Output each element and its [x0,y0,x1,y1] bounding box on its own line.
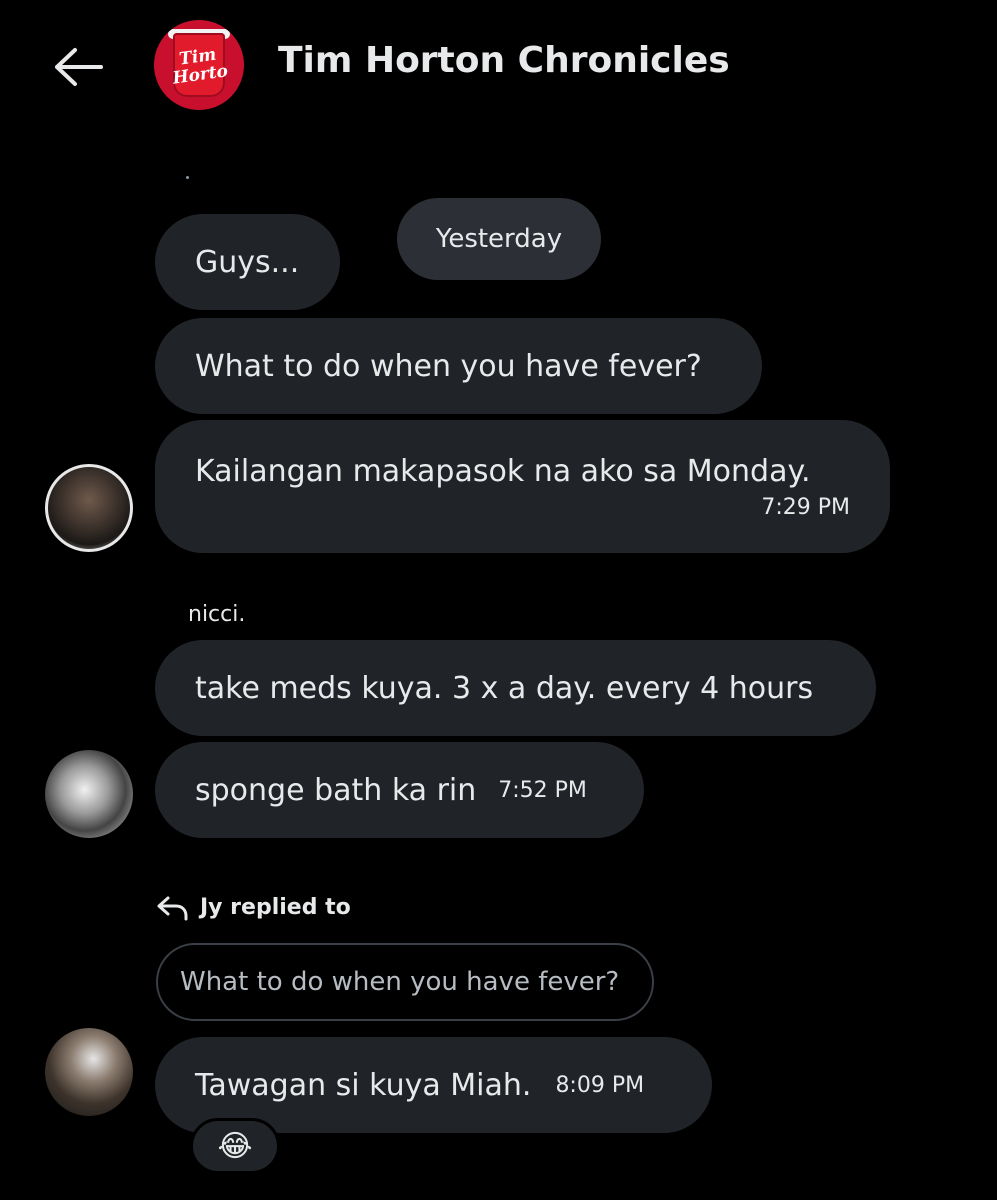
reply-arrow-icon [157,896,188,921]
sender-name: nicci. [188,602,246,627]
date-divider-label: Yesterday [435,224,563,254]
conversation-title[interactable]: Tim Horton Chronicles [278,40,730,81]
message-timestamp: 7:29 PM [761,494,850,520]
arrow-left-icon [55,48,103,86]
quoted-text: What to do when you have fever? [180,967,620,997]
message-text: Tawagan si kuya Miah. [195,1067,532,1103]
group-avatar[interactable]: Tim Horto [154,20,244,110]
date-divider: Yesterday [397,198,601,280]
quoted-message[interactable]: What to do when you have fever? [156,943,654,1021]
avatar[interactable] [45,1028,133,1116]
laughing-emoji-icon: 😂 [217,1128,253,1164]
reaction-badge[interactable]: 😂 [190,1118,280,1174]
message-timestamp: 8:09 PM [555,1072,645,1098]
reply-indicator: Jy replied to [156,890,351,924]
status-dot [186,176,189,179]
back-button[interactable] [48,38,110,96]
message-timestamp: 7:52 PM [498,777,587,803]
reply-label: Jy replied to [200,894,351,920]
message-bubble[interactable]: What to do when you have fever? [155,318,762,414]
message-text: What to do when you have fever? [195,348,702,384]
message-text: take meds kuya. 3 x a day. every 4 hours [195,670,814,706]
message-bubble[interactable]: sponge bath ka rin 7:52 PM [155,742,644,838]
message-bubble[interactable]: Guys... [155,214,340,310]
message-text: Guys... [195,244,300,280]
avatar[interactable] [45,464,133,552]
conversation-screen: Tim Horto Tim Horton Chronicles Guys... … [0,0,997,1200]
avatar[interactable] [45,750,133,838]
message-text: sponge bath ka rin [195,772,477,808]
message-text: Kailangan makapasok na ako sa Monday. [195,453,811,489]
message-bubble[interactable]: Kailangan makapasok na ako sa Monday. 7:… [155,420,890,553]
cup-shape [173,33,225,97]
message-bubble[interactable]: take meds kuya. 3 x a day. every 4 hours [155,640,876,736]
